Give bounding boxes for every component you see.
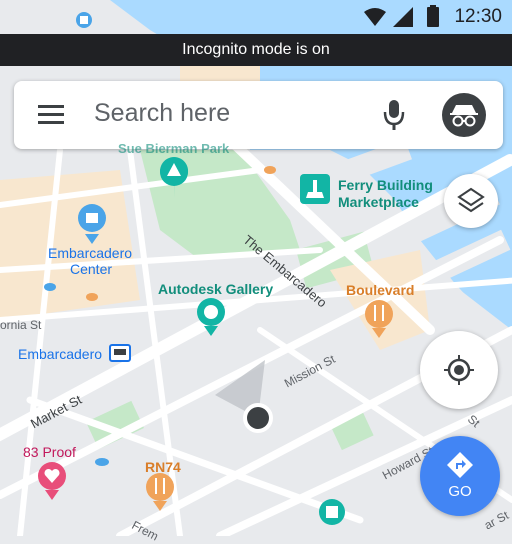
ferry-icon bbox=[300, 174, 330, 204]
my-location-button[interactable] bbox=[420, 331, 498, 409]
directions-icon bbox=[447, 452, 473, 478]
embarcadero-station-label[interactable]: Embarcadero bbox=[18, 346, 102, 362]
layers-icon bbox=[457, 187, 485, 213]
status-time: 12:30 bbox=[454, 6, 502, 27]
signal-icon bbox=[393, 7, 413, 27]
status-bar: 12:30 bbox=[0, 0, 512, 34]
battery-icon bbox=[427, 5, 439, 27]
menu-icon[interactable] bbox=[38, 103, 68, 127]
embarcadero-center-label-2[interactable]: Center bbox=[70, 261, 112, 277]
attraction-icon bbox=[319, 499, 345, 525]
marketplace-label[interactable]: Marketplace bbox=[338, 194, 419, 210]
transit-icon bbox=[109, 344, 131, 362]
rn74-label[interactable]: RN74 bbox=[145, 459, 181, 475]
83-proof-label[interactable]: 83 Proof bbox=[23, 444, 76, 460]
park-label[interactable]: Sue Bierman Park bbox=[118, 141, 229, 156]
my-location-icon bbox=[444, 355, 474, 385]
autodesk-gallery-label[interactable]: Autodesk Gallery bbox=[158, 281, 273, 297]
ferry-building-label[interactable]: Ferry Building bbox=[338, 177, 433, 193]
search-bar[interactable]: Search here bbox=[14, 81, 503, 149]
go-label: GO bbox=[448, 483, 472, 500]
street-label: ornia St bbox=[0, 318, 42, 332]
incognito-banner: Incognito mode is on bbox=[0, 34, 512, 66]
embarcadero-center-label[interactable]: Embarcadero bbox=[48, 245, 132, 261]
search-input[interactable]: Search here bbox=[94, 99, 230, 128]
incognito-icon[interactable] bbox=[442, 93, 486, 137]
boulevard-label[interactable]: Boulevard bbox=[346, 282, 414, 298]
layers-button[interactable] bbox=[444, 174, 498, 228]
mic-icon[interactable] bbox=[380, 98, 408, 132]
wifi-icon bbox=[364, 8, 386, 26]
directions-go-button[interactable]: GO bbox=[420, 436, 500, 516]
